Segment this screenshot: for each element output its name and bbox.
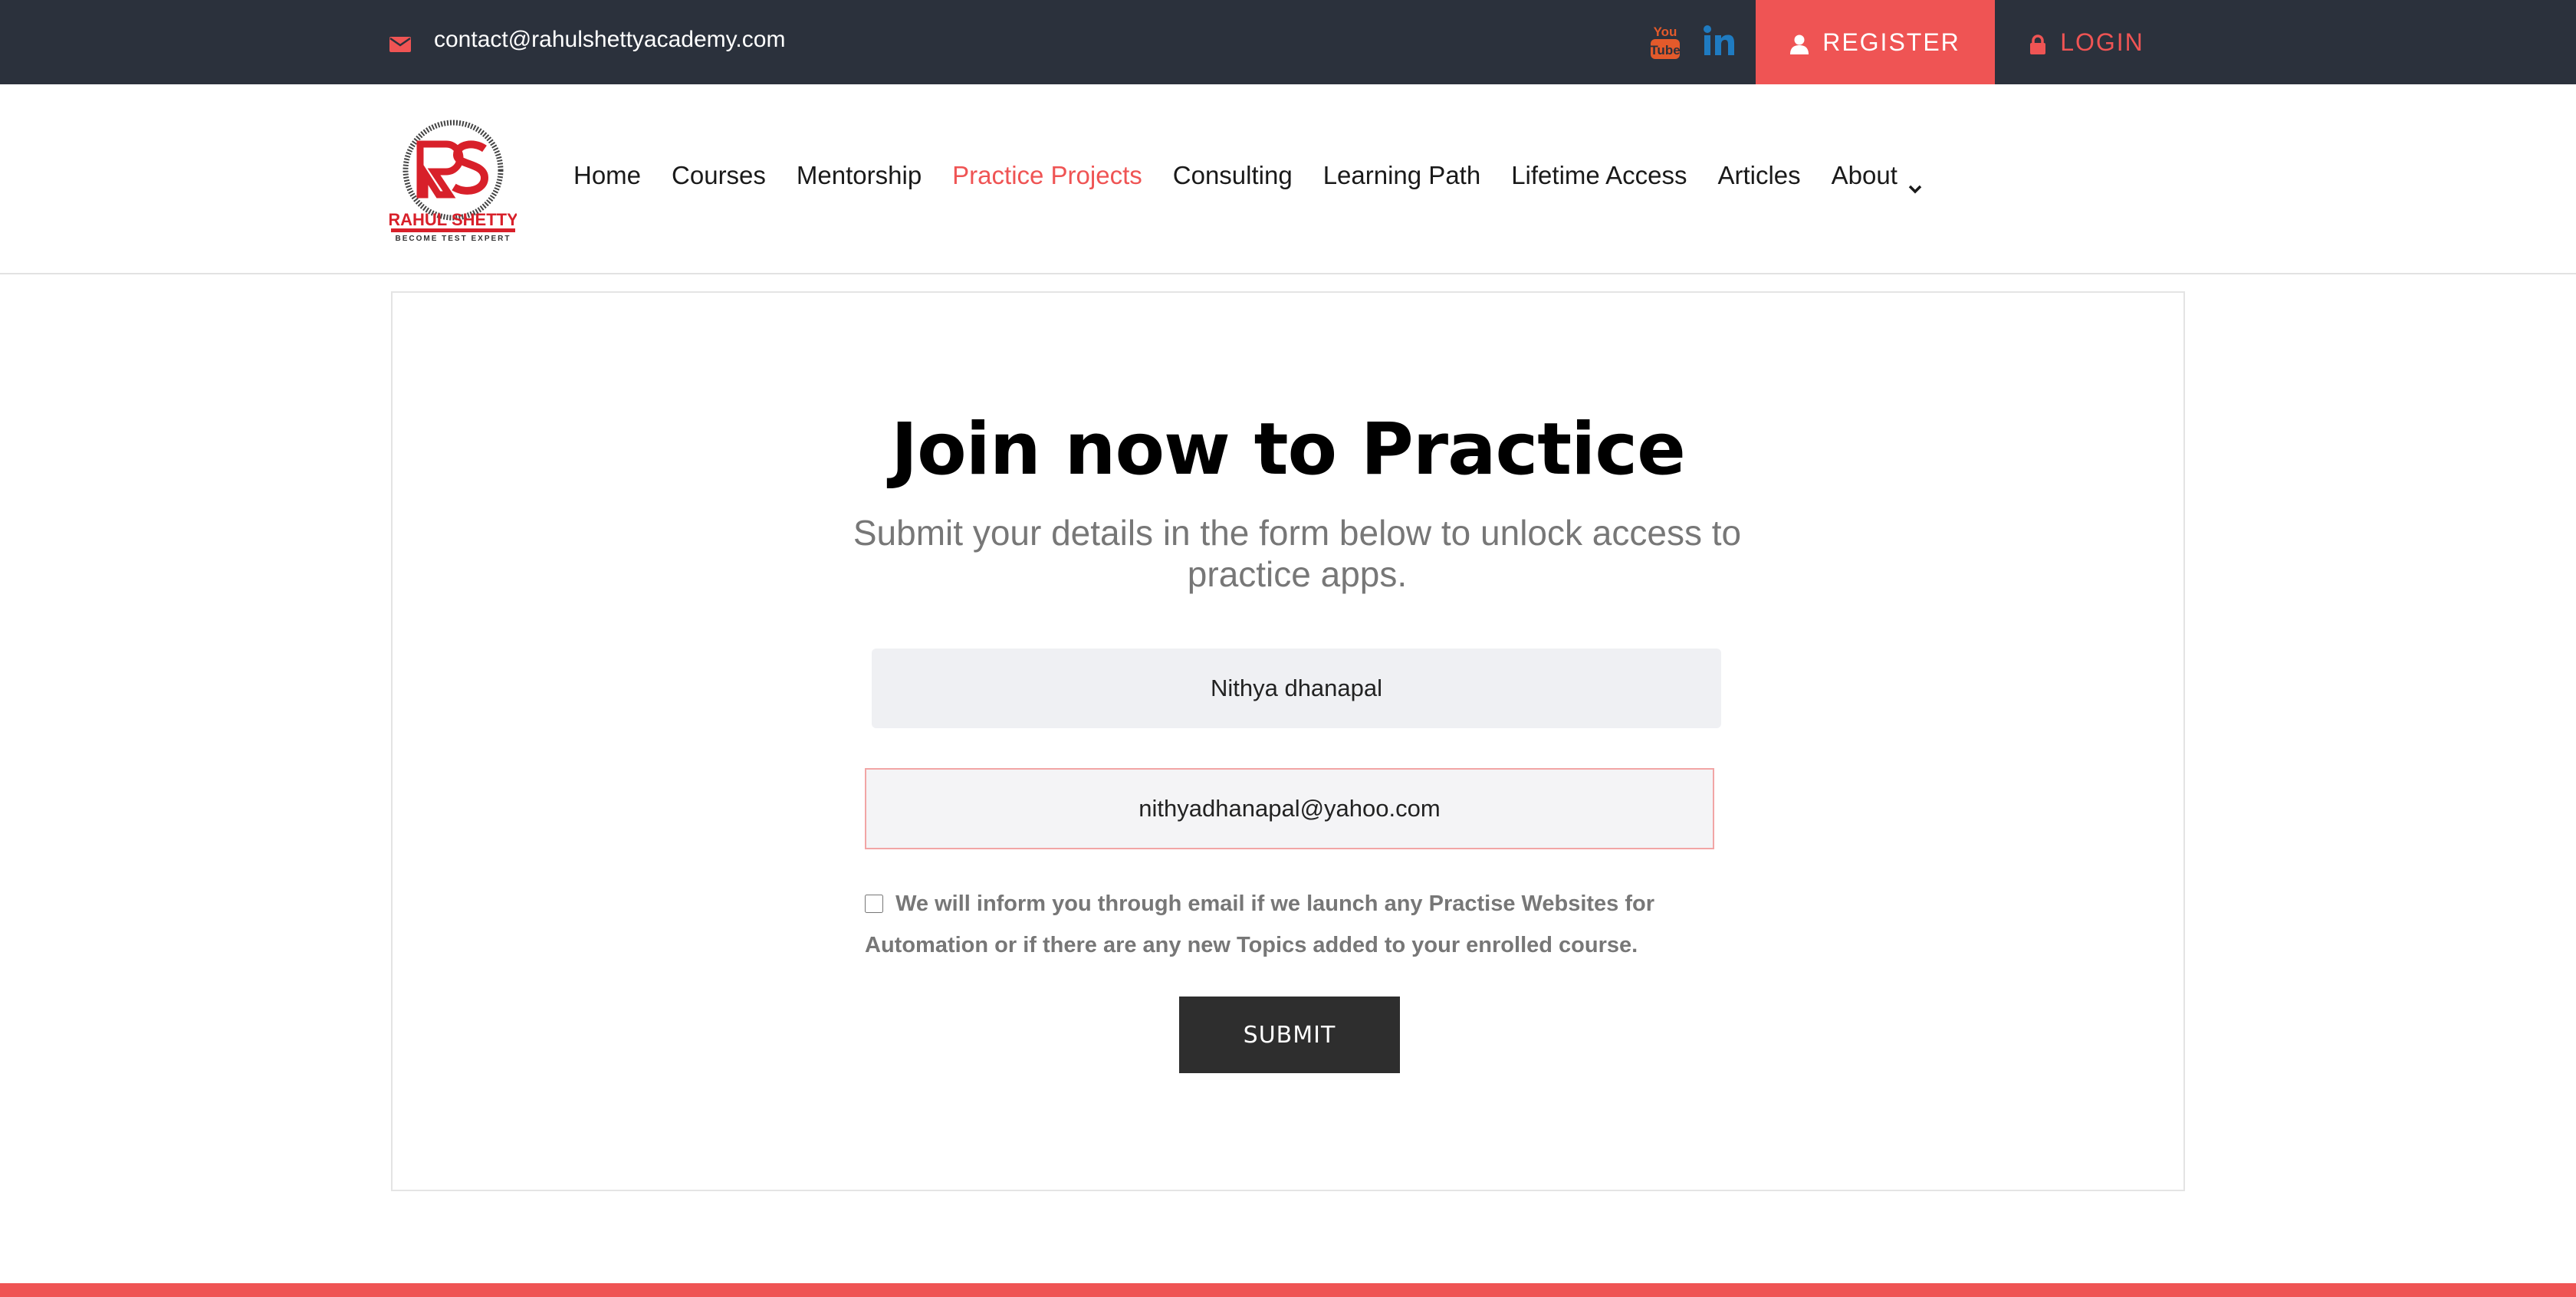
nav-item-courses[interactable]: Courses xyxy=(672,161,766,190)
name-input[interactable] xyxy=(872,648,1721,728)
rahul-shetty-logo[interactable]: RAHUL SHETTY BECOME TEST EXPERT xyxy=(388,115,518,243)
nav-item-articles[interactable]: Articles xyxy=(1717,161,1800,190)
user-icon xyxy=(1790,32,1809,54)
nav-item-practice-projects[interactable]: Practice Projects xyxy=(952,161,1142,190)
consent-checkbox[interactable] xyxy=(865,895,883,913)
submit-button[interactable]: SUBMIT xyxy=(1179,997,1400,1073)
envelope-icon xyxy=(389,32,411,52)
svg-text:Tube: Tube xyxy=(1650,43,1680,57)
nav-item-about[interactable]: About xyxy=(1831,161,1922,194)
top-bar: contact@rahulshettyacademy.com You Tube … xyxy=(0,0,2576,84)
social-links: You Tube xyxy=(1650,18,1736,64)
page-title: Join now to Practice xyxy=(891,408,1686,491)
email-input[interactable] xyxy=(865,768,1714,849)
lock-icon xyxy=(2029,32,2048,54)
footer-strip xyxy=(0,1283,2576,1297)
chevron-down-icon xyxy=(1908,171,1922,194)
site-header: RAHUL SHETTY BECOME TEST EXPERT Home Cou… xyxy=(0,84,2576,274)
login-button[interactable]: LOGIN xyxy=(1995,0,2179,84)
signup-card: Join now to Practice Submit your details… xyxy=(391,291,2185,1191)
consent-block: We will inform you through email if we l… xyxy=(865,883,1723,966)
nav-item-learning-path[interactable]: Learning Path xyxy=(1323,161,1481,190)
page-subtitle: Submit your details in the form below to… xyxy=(853,513,1742,594)
register-label: REGISTER xyxy=(1822,28,1960,56)
contact-email[interactable]: contact@rahulshettyacademy.com xyxy=(389,23,785,57)
svg-text:You: You xyxy=(1654,25,1677,39)
logo-tagline: BECOME TEST EXPERT xyxy=(395,235,511,242)
youtube-icon[interactable]: You Tube xyxy=(1650,22,1681,61)
contact-email-text[interactable]: contact@rahulshettyacademy.com xyxy=(434,27,785,53)
consent-text: We will inform you through email if we l… xyxy=(865,891,1655,957)
nav-item-consulting[interactable]: Consulting xyxy=(1173,161,1293,190)
logo-name: RAHUL SHETTY xyxy=(389,210,517,229)
nav-item-lifetime-access[interactable]: Lifetime Access xyxy=(1511,161,1687,190)
register-button[interactable]: REGISTER xyxy=(1756,0,1995,84)
nav-item-about-label: About xyxy=(1831,161,1898,189)
linkedin-icon[interactable] xyxy=(1702,25,1736,58)
login-label: LOGIN xyxy=(2060,28,2144,56)
nav-item-home[interactable]: Home xyxy=(573,161,641,190)
main-nav: Home Courses Mentorship Practice Project… xyxy=(573,158,1922,194)
nav-item-mentorship[interactable]: Mentorship xyxy=(797,161,922,190)
